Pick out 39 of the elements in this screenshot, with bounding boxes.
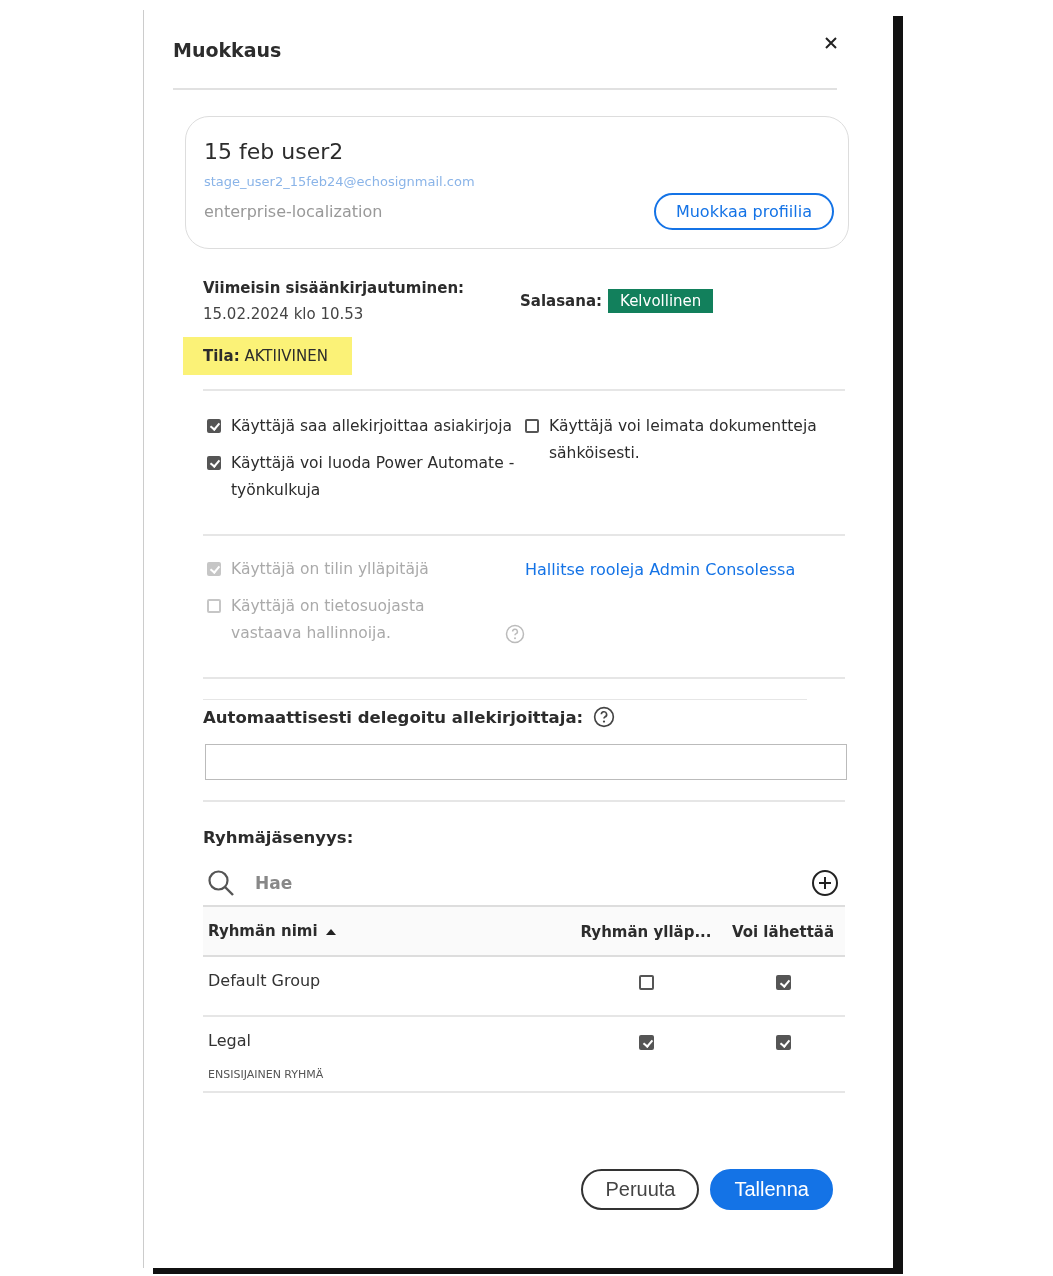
checkbox[interactable] [207,419,221,433]
cancel-button[interactable]: Peruuta [581,1169,700,1210]
delegate-input-field[interactable] [205,744,847,780]
organization-name: enterprise-localization [204,202,383,221]
admin-console-link[interactable]: Hallitse rooleja Admin Consolessa [525,560,796,579]
group-name: Legal [208,1031,252,1050]
status-value: AKTIIVINEN [243,347,328,365]
search-icon [207,869,235,897]
delegate-label: Automaattisesti delegoitu allekirjoittaja: [203,707,584,727]
column-header[interactable]: Voi lähettää [731,922,835,941]
checkbox[interactable] [207,456,221,470]
checkbox-label: Käyttäjä voi leimata dokumentteja sähköisesti. [549,416,818,464]
group-name: Default Group [208,971,322,990]
sort-ascending-icon[interactable] [325,927,336,935]
dialog-title: Muokkaus [173,39,282,61]
add-icon[interactable] [811,869,839,897]
last-login-value: 15.02.2024 klo 10.53 [203,305,365,323]
password-status-badge: Kelvollinen [608,289,714,313]
column-header[interactable]: Ryhmän nimi [208,922,318,940]
edit-profile-button[interactable]: Muokkaa profiilia [653,193,834,230]
status-label: Tila: [203,347,240,365]
checkbox[interactable] [638,1035,654,1050]
checkbox-label: Käyttäjä saa allekirjoittaa asiakirjoja [231,416,513,437]
save-button[interactable]: Tallenna [710,1169,833,1210]
password-label: Salasana: [520,292,603,310]
checkbox-label: Käyttäjä voi luoda Power Automate -työnkulkuja [231,453,516,501]
user-email: stage_user2_15feb24@echosignmail.com [204,174,476,189]
checkbox-label: Käyttäjä on tietosuojasta vastaava hallinnoija. [231,596,426,644]
last-login-label: Viimeisin sisäänkirjautuminen: [203,279,466,297]
user-name: 15 feb user2 [204,139,345,164]
group-subtitle: ENSISIJAINEN RYHMÄ [208,1068,325,1081]
checkbox[interactable] [638,975,654,990]
help-icon[interactable] [593,706,616,728]
column-header[interactable]: Ryhmän ylläp... [580,922,712,941]
checkbox[interactable] [775,1035,791,1050]
checkbox[interactable] [525,419,539,433]
checkbox-label: Käyttäjä on tilin ylläpitäjä [231,559,429,580]
groups-title: Ryhmäjäsenyys: [203,828,355,847]
checkbox[interactable] [775,975,791,990]
